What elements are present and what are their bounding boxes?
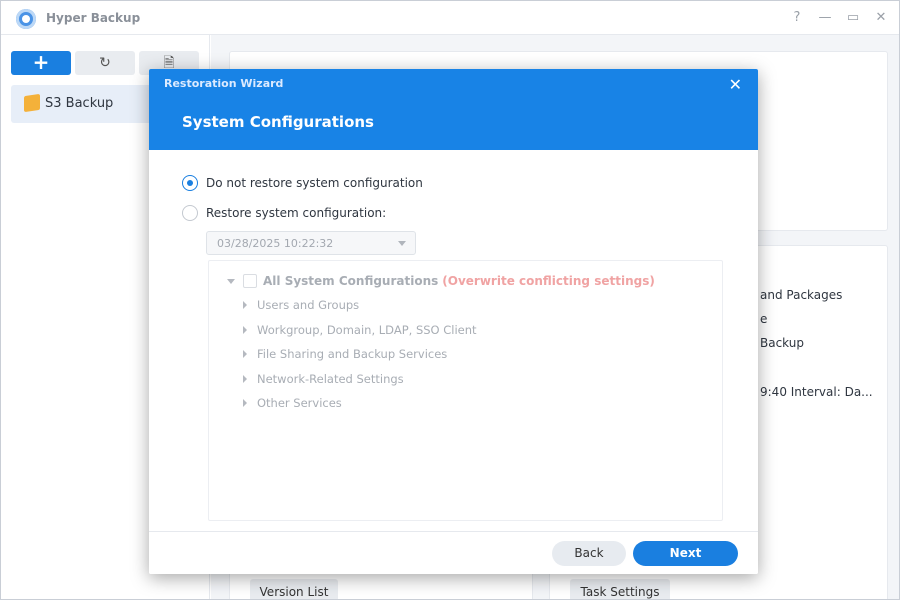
info-line: e [760,312,768,326]
option-label: Do not restore system configuration [206,176,423,190]
tree-item: Other Services [243,395,342,411]
option-do-not-restore[interactable]: Do not restore system configuration [182,174,423,192]
caret-right-icon [243,301,247,309]
tree-item: Workgroup, Domain, LDAP, SSO Client [243,322,477,338]
hyper-backup-logo-icon [16,9,36,29]
radio-button[interactable] [182,175,198,191]
wizard-label: Restoration Wizard [164,77,284,90]
package-icon [24,93,40,113]
history-icon: ↻ [99,55,111,71]
version-list-button[interactable]: Version List [250,579,338,599]
maximize-icon[interactable]: ▭ [844,9,862,27]
next-button[interactable]: Next [633,541,738,566]
dialog-title: System Configurations [182,113,374,131]
back-button[interactable]: Back [552,541,626,566]
info-line: 9:40 Interval: Da... [760,385,873,399]
tree-item-label: Network-Related Settings [257,372,404,386]
dialog-footer: Back Next [149,531,758,574]
overwrite-warning: (Overwrite conflicting settings) [442,274,655,288]
info-line: Backup [760,336,804,350]
hyper-backup-window: Hyper Backup ? — ▭ ✕ + ↻ 🗎 S3 Backup Ver… [0,0,900,600]
radio-button[interactable] [182,205,198,221]
restoration-wizard-dialog: Restoration Wizard ✕ System Configuratio… [149,69,758,574]
restore-history-button[interactable]: ↻ [75,51,135,75]
version-dropdown: 03/28/2025 10:22:32 [206,231,416,255]
caret-right-icon [243,326,247,334]
tree-item-label: Users and Groups [257,298,360,312]
info-line: and Packages [760,288,843,302]
tree-item: Users and Groups [243,297,359,313]
app-title: Hyper Backup [46,11,141,25]
option-label: Restore system configuration: [206,206,387,220]
caret-right-icon [243,350,247,358]
config-tree: All System Configurations (Overwrite con… [208,260,723,521]
dropdown-value: 03/28/2025 10:22:32 [217,237,334,250]
tree-item-label: File Sharing and Backup Services [257,347,448,361]
tree-item: File Sharing and Backup Services [243,346,447,362]
titlebar: Hyper Backup ? — ▭ ✕ [1,1,899,35]
close-icon[interactable]: ✕ [729,75,742,94]
chevron-down-icon [398,241,406,246]
sidebar-item-label: S3 Backup [45,96,114,111]
tree-item-label: Other Services [257,396,342,410]
add-task-button[interactable]: + [11,51,71,75]
checkbox [243,274,257,288]
caret-down-icon [227,278,235,284]
close-window-icon[interactable]: ✕ [872,9,890,27]
caret-right-icon [243,375,247,383]
tree-item-label: Workgroup, Domain, LDAP, SSO Client [257,323,477,337]
tree-item: Network-Related Settings [243,371,404,387]
tree-root: All System Configurations (Overwrite con… [227,273,655,289]
caret-right-icon [243,399,247,407]
dialog-header: Restoration Wizard ✕ System Configuratio… [149,69,758,150]
help-icon[interactable]: ? [788,9,806,27]
task-settings-button[interactable]: Task Settings [570,579,670,599]
minimize-icon[interactable]: — [816,9,834,27]
tree-root-label: All System Configurations [263,274,439,288]
option-restore-config[interactable]: Restore system configuration: [182,204,386,222]
